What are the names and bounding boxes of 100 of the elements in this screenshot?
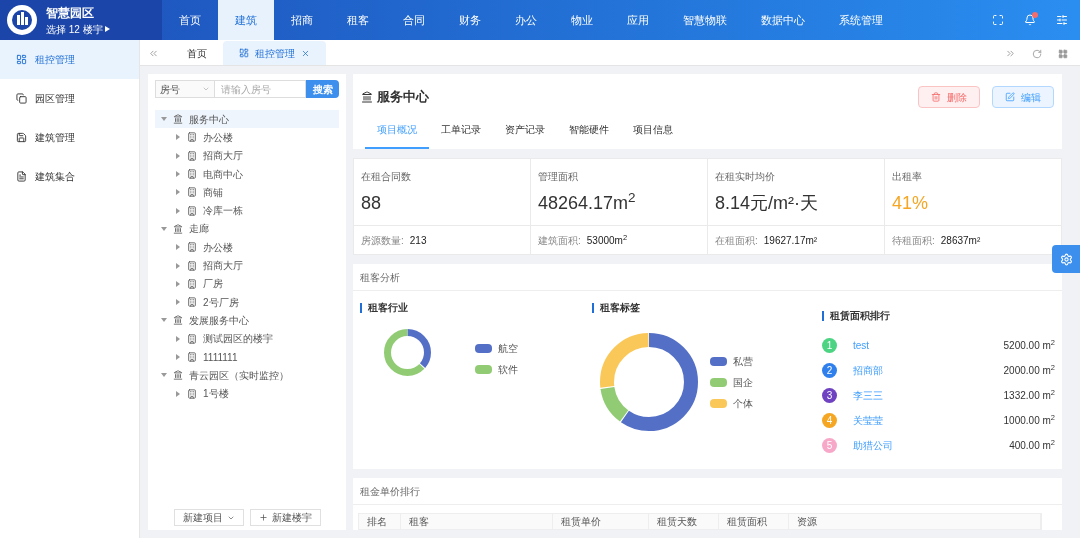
plus-icon — [258, 513, 268, 522]
stat-label: 出租率 — [892, 170, 923, 184]
stat-sub-label: 在租面积: — [715, 233, 758, 248]
refresh-icon[interactable] — [1032, 48, 1042, 59]
page-tab[interactable]: 首页 — [171, 41, 223, 65]
nav-tab[interactable]: 智慧物联 — [666, 0, 744, 40]
chevron-down-icon — [202, 85, 210, 93]
tree-node-label: 服务中心 — [189, 112, 229, 127]
nav-tab[interactable]: 合同 — [386, 0, 442, 40]
tree-node[interactable]: 商铺 — [155, 183, 339, 202]
tree-node[interactable]: 招商大厅 — [155, 146, 339, 165]
caret-icon[interactable] — [175, 152, 181, 159]
industry-donut-drawing — [384, 329, 431, 376]
tree-node-label: 走廊 — [189, 222, 209, 237]
rank-badge: 2 — [822, 362, 837, 378]
caret-icon[interactable] — [175, 171, 181, 178]
tree-node-label: 1号楼 — [203, 387, 229, 402]
sidebar-item[interactable]: 建筑集合 — [0, 157, 139, 196]
nav-tab[interactable]: 首页 — [162, 0, 218, 40]
tree-node[interactable]: 测试园区的楼宇 — [155, 329, 339, 348]
tree-node[interactable]: 冷库一栋 — [155, 201, 339, 220]
caret-icon[interactable] — [161, 372, 167, 379]
nav-tab[interactable]: 财务 — [442, 0, 498, 40]
nav-tab[interactable]: 租客 — [330, 0, 386, 40]
stat-label: 管理面积 — [538, 170, 579, 184]
caret-icon[interactable] — [175, 354, 181, 360]
caret-icon[interactable] — [175, 134, 181, 141]
stat-sub-label: 待租面积: — [892, 233, 935, 248]
sidebar-item[interactable]: 租控管理 — [0, 40, 139, 79]
nav-tab[interactable]: 系统管理 — [822, 0, 900, 40]
stat-value: 8.14元/m²·天 — [715, 192, 820, 215]
nav-tab[interactable]: 办公 — [498, 0, 554, 40]
nav-tab[interactable]: 物业 — [554, 0, 610, 40]
legend-label: 国企 — [733, 375, 753, 390]
tree-node-label: 冷库一栋 — [203, 204, 243, 219]
caret-icon[interactable] — [175, 280, 181, 287]
caret-icon[interactable] — [161, 225, 167, 232]
settings-icon[interactable] — [1056, 14, 1068, 26]
scroll-right-icon[interactable] — [1005, 48, 1016, 59]
caret-icon[interactable] — [175, 335, 181, 342]
detail-tab[interactable]: 资产记录 — [493, 118, 557, 149]
room-search-field[interactable]: 请输入房号 — [215, 80, 306, 98]
caret-icon[interactable] — [161, 116, 167, 123]
detail-tab[interactable]: 工单记录 — [429, 118, 493, 149]
tree-node[interactable]: 厂房 — [155, 274, 339, 293]
caret-icon[interactable] — [175, 262, 181, 269]
building-selector[interactable]: 选择 12 楼宇 — [46, 21, 110, 37]
tree-node[interactable]: 1111111 — [155, 347, 339, 367]
tree-node-label: 招商大厅 — [203, 259, 243, 273]
edit-icon — [1005, 92, 1015, 102]
new-project-button[interactable]: 新建项目 — [173, 509, 244, 526]
column-header: 租赁单价 — [553, 514, 649, 529]
tree-node-label: 商铺 — [203, 185, 223, 200]
collapse-icon[interactable] — [148, 48, 159, 59]
legend-label: 软件 — [498, 363, 518, 377]
tree-node[interactable]: 办公楼 — [155, 128, 339, 147]
landmark-icon — [361, 91, 373, 103]
sidebar-item-icon — [16, 132, 27, 143]
tree-node[interactable]: 2号厂房 — [155, 292, 339, 312]
tree-node-label: 办公楼 — [203, 240, 233, 255]
tree-node[interactable]: 走廊 — [155, 219, 339, 239]
caret-icon[interactable] — [175, 390, 181, 397]
tree-node[interactable]: 电商中心 — [155, 164, 339, 184]
caret-icon[interactable] — [175, 244, 181, 251]
fullscreen-icon[interactable] — [992, 14, 1004, 26]
stat-sub-value: 19627.17m² — [763, 233, 818, 248]
stat-label: 在租合同数 — [361, 170, 412, 184]
close-icon[interactable] — [301, 48, 310, 58]
caret-icon[interactable] — [175, 299, 181, 306]
trash-icon — [931, 92, 941, 102]
gear-icon — [1059, 252, 1073, 266]
detail-tab[interactable]: 智能硬件 — [557, 118, 621, 149]
caret-icon[interactable] — [161, 317, 167, 324]
column-header: 排名 — [359, 514, 401, 529]
caret-icon[interactable] — [175, 189, 181, 196]
column-header: 租赁天数 — [649, 514, 719, 529]
tree-node[interactable]: 招商大厅 — [155, 256, 339, 275]
grid-icon[interactable] — [1058, 48, 1068, 59]
sidebar-item[interactable]: 建筑管理 — [0, 118, 139, 157]
tree-node[interactable]: 1号楼 — [155, 384, 339, 403]
landmark-icon — [173, 114, 183, 125]
nav-tab[interactable]: 建筑 — [218, 0, 274, 40]
tree-node[interactable]: 办公楼 — [155, 238, 339, 257]
page-tab[interactable]: 租控管理 — [223, 41, 326, 65]
search-type-select[interactable]: 房号 — [155, 80, 215, 98]
nav-tab[interactable]: 招商 — [274, 0, 330, 40]
sidebar-item[interactable]: 园区管理 — [0, 79, 139, 118]
nav-tab[interactable]: 应用 — [610, 0, 666, 40]
nav-tab[interactable]: 数据中心 — [744, 0, 822, 40]
building-icon — [187, 260, 197, 271]
tree-node[interactable]: 发展服务中心 — [155, 311, 339, 330]
tree-node[interactable]: 青云园区（实时监控） — [155, 366, 339, 385]
tree-node[interactable]: 服务中心 — [155, 110, 339, 129]
rank-badge: 5 — [822, 437, 837, 453]
settings-button[interactable] — [1052, 245, 1080, 273]
detail-tab[interactable]: 项目信息 — [621, 118, 685, 149]
notification-icon[interactable] — [1024, 14, 1036, 26]
add-building-button[interactable]: 新建楼宇 — [249, 509, 321, 526]
rank-badge: 1 — [822, 337, 837, 353]
caret-icon[interactable] — [175, 207, 181, 214]
